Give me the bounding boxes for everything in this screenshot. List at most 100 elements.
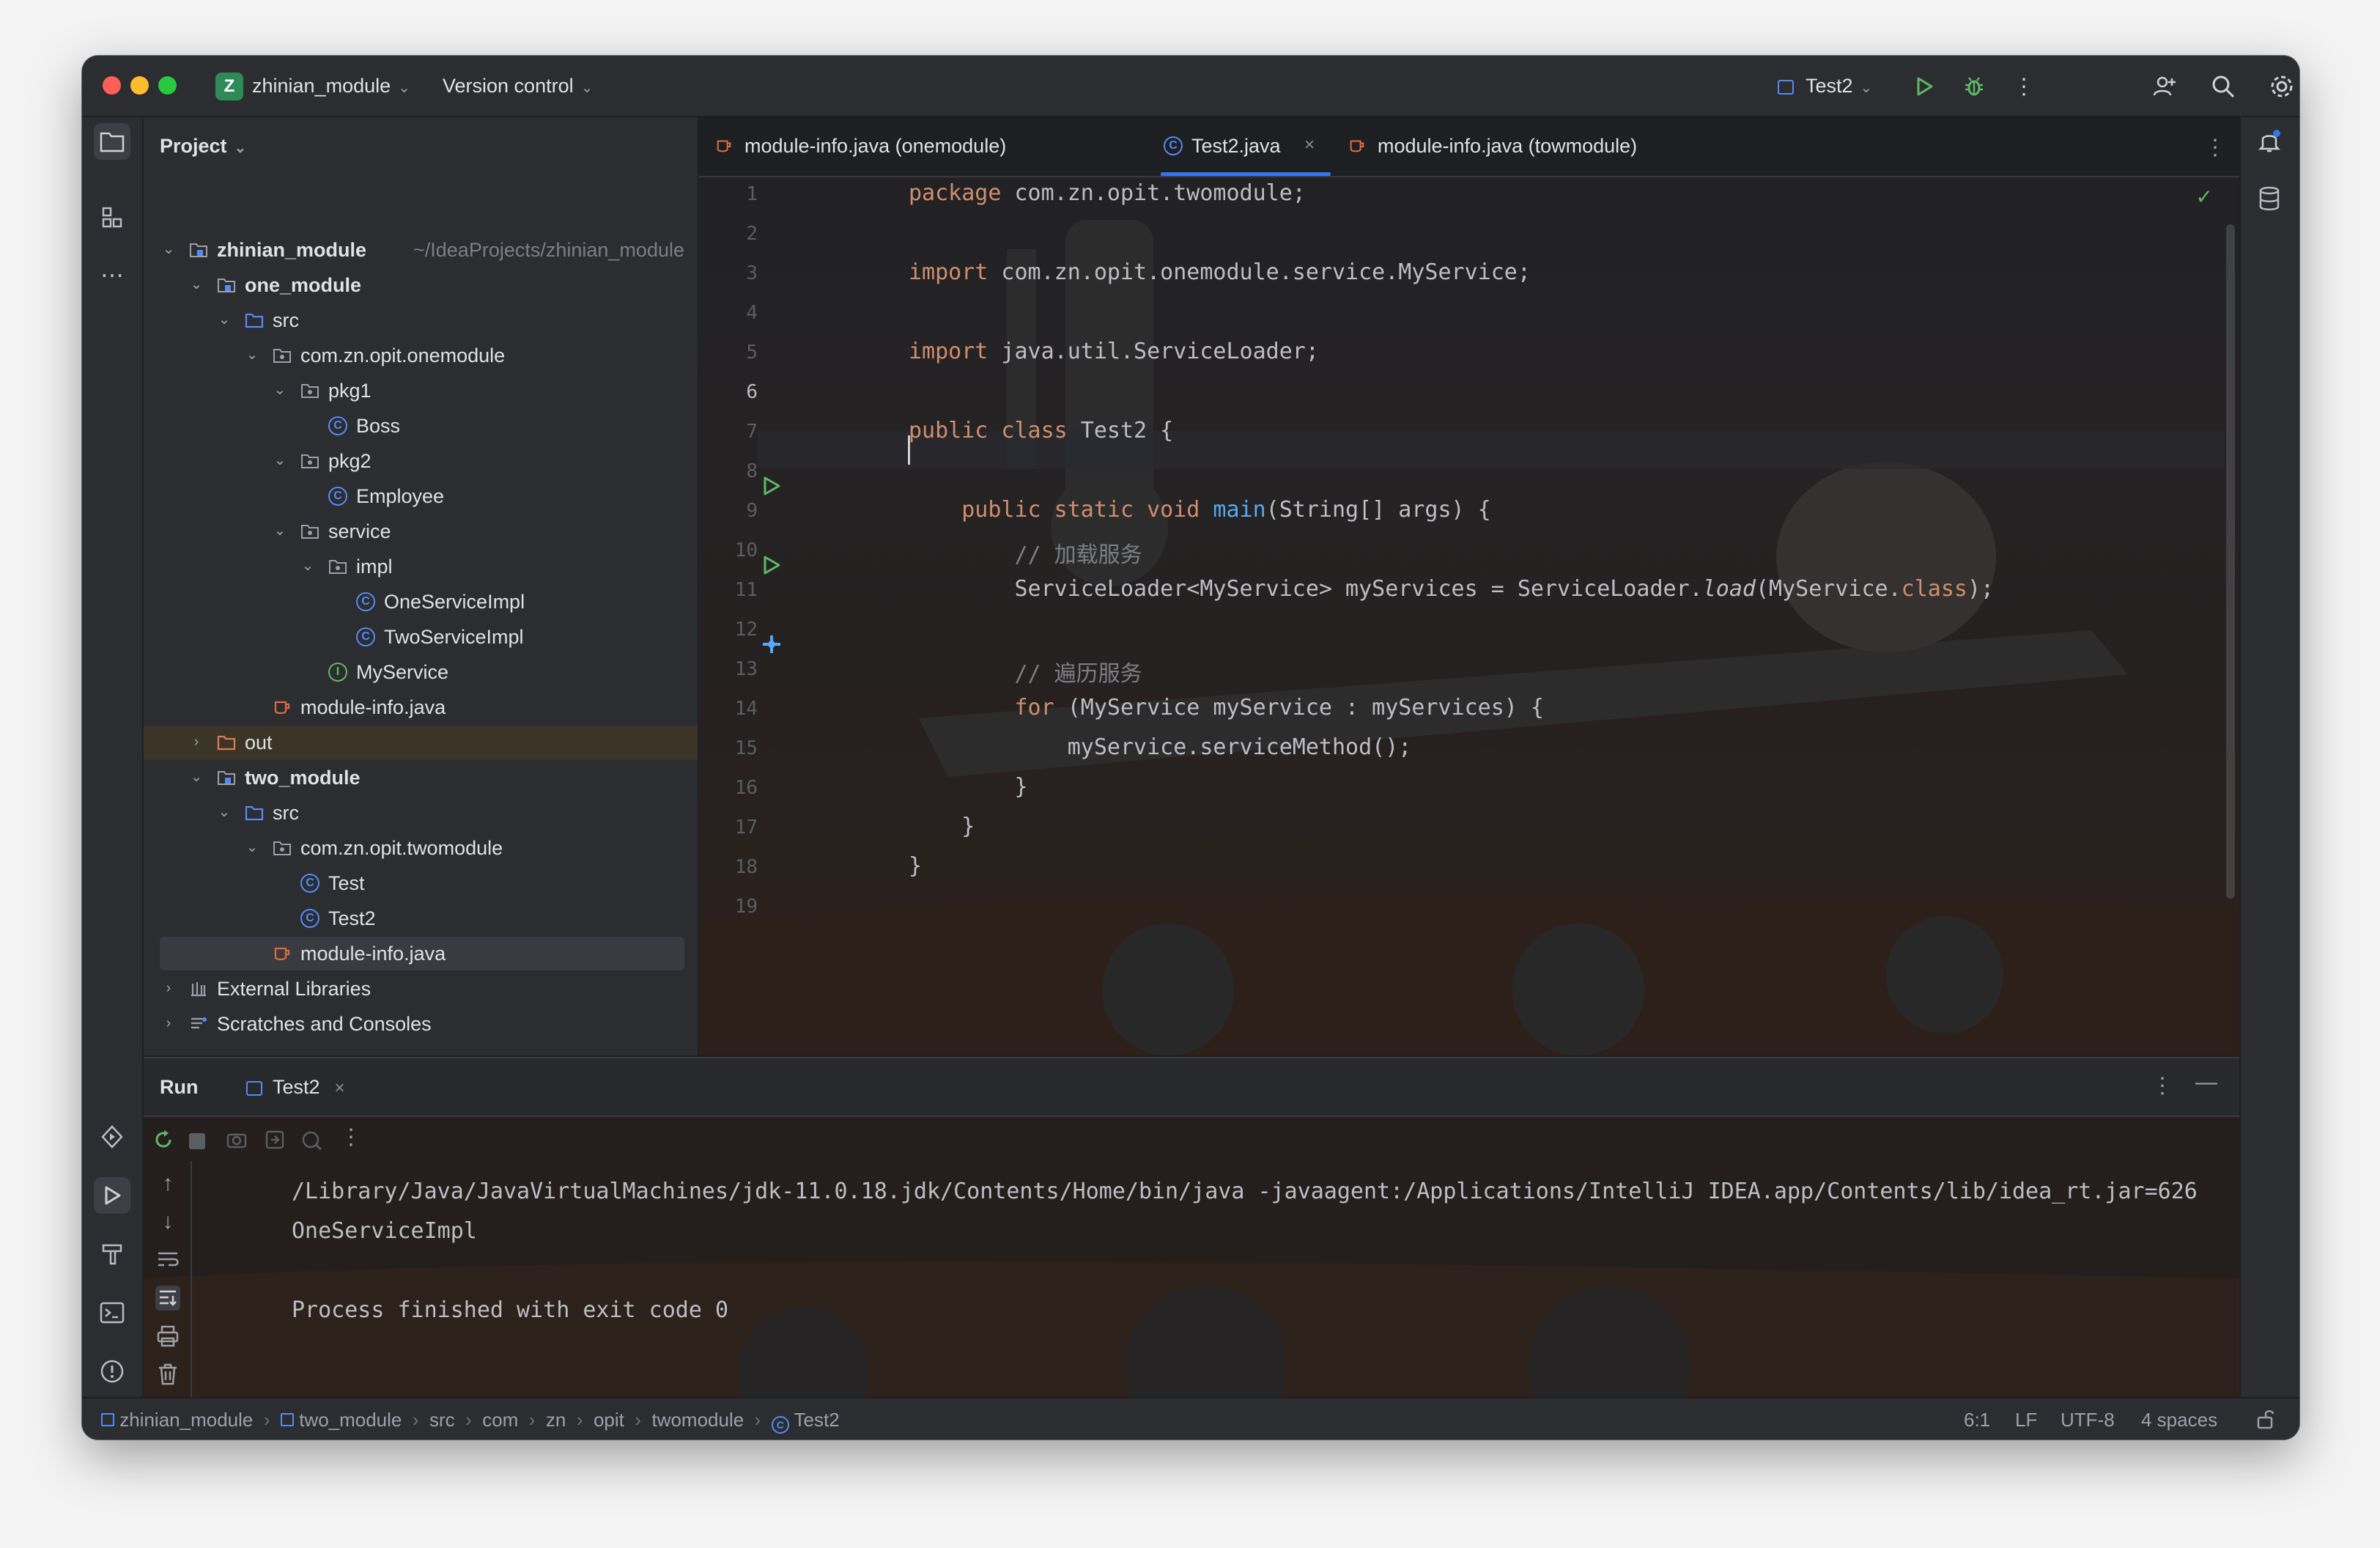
stop-icon[interactable] xyxy=(189,1133,205,1149)
more-actions-icon[interactable]: ⋮ xyxy=(2009,72,2039,101)
tree-item-twoserviceimpl[interactable]: C TwoServiceImpl xyxy=(144,620,698,654)
tree-item-out[interactable]: › out xyxy=(144,726,698,759)
run-button[interactable] xyxy=(1910,72,1939,101)
tree-item-one-module[interactable]: ⌄ one_module xyxy=(144,268,698,302)
chevron-down-icon[interactable]: ⌄ xyxy=(188,276,205,293)
chevron-down-icon[interactable]: ⌄ xyxy=(271,522,289,539)
tree-item-boss[interactable]: C Boss xyxy=(144,409,698,443)
tree-item-pkg1[interactable]: ⌄ pkg1 xyxy=(144,374,698,408)
rerun-icon[interactable] xyxy=(152,1129,174,1151)
tree-item-package-two[interactable]: ⌄ com.zn.opit.twomodule xyxy=(144,831,698,865)
run-tool-icon[interactable] xyxy=(94,1177,130,1214)
close-window-button[interactable] xyxy=(103,76,121,95)
no-problems-check-icon[interactable]: ✓ xyxy=(2196,185,2213,209)
chevron-down-icon[interactable]: ⌄ xyxy=(215,311,233,328)
more-run-actions-icon[interactable]: ⋮ xyxy=(340,1124,362,1150)
tree-item-service[interactable]: ⌄ service xyxy=(144,515,698,548)
indent-setting[interactable]: 4 spaces xyxy=(2141,1409,2217,1431)
tree-item-pkg2[interactable]: ⌄ pkg2 xyxy=(144,444,698,478)
breadcrumb-item[interactable]: com xyxy=(482,1409,518,1431)
chevron-down-icon[interactable]: ⌄ xyxy=(215,803,233,821)
minimize-window-button[interactable] xyxy=(130,76,149,95)
tree-item-myservice[interactable]: I MyService xyxy=(144,655,698,689)
chevron-down-icon[interactable]: ⌄ xyxy=(271,381,289,399)
chevron-right-icon[interactable]: › xyxy=(188,733,205,751)
chevron-right-icon[interactable]: › xyxy=(160,979,177,997)
editor-scrollbar[interactable] xyxy=(2226,224,2235,899)
services-tool-icon[interactable] xyxy=(94,1118,130,1155)
breadcrumb-item[interactable]: zn xyxy=(546,1409,566,1431)
project-tool-icon[interactable] xyxy=(94,123,130,160)
run-tab-test2[interactable]: Test2 × xyxy=(246,1076,345,1099)
breadcrumb-item[interactable]: two_module xyxy=(299,1409,402,1431)
run-options-icon[interactable]: ⋮ xyxy=(2151,1073,2173,1099)
tab-module-info-towmodule[interactable]: module-info.java (towmodule) xyxy=(1348,117,1671,176)
build-tool-icon[interactable] xyxy=(94,1236,130,1272)
hide-panel-icon[interactable]: — xyxy=(2195,1070,2217,1095)
soft-wrap-icon[interactable] xyxy=(155,1247,180,1272)
tree-item-oneserviceimpl[interactable]: C OneServiceImpl xyxy=(144,585,698,619)
breadcrumb-item[interactable]: src xyxy=(429,1409,455,1431)
breadcrumb-item[interactable]: zhinian_module xyxy=(119,1409,253,1431)
tree-item-module-info-two[interactable]: module-info.java xyxy=(160,937,684,970)
more-tools-icon[interactable]: ⋯ xyxy=(94,257,130,293)
tree-item-impl[interactable]: ⌄ impl xyxy=(144,550,698,583)
breadcrumb-item[interactable]: Test2 xyxy=(794,1409,840,1431)
arrow-down-icon[interactable]: ↓ xyxy=(155,1209,180,1234)
run-config-selector[interactable]: Test2 ⌄ xyxy=(1778,75,1872,97)
add-user-icon[interactable] xyxy=(2150,72,2179,101)
lock-icon[interactable] xyxy=(2255,1409,2276,1429)
trash-icon[interactable] xyxy=(155,1362,180,1387)
debug-button[interactable] xyxy=(1959,72,1989,101)
chevron-down-icon[interactable]: ⌄ xyxy=(243,838,261,856)
run-class-gutter-icon[interactable] xyxy=(761,475,783,497)
project-selector[interactable]: zhinian_module ⌄ xyxy=(252,75,410,97)
tree-item-package[interactable]: ⌄ com.zn.opit.onemodule xyxy=(144,339,698,372)
tree-item-external-libraries[interactable]: › External Libraries xyxy=(144,972,698,1006)
arrow-up-icon[interactable]: ↑ xyxy=(155,1171,180,1196)
tree-item-scratches[interactable]: › Scratches and Consoles xyxy=(144,1007,698,1041)
chevron-down-icon[interactable]: ⌄ xyxy=(271,452,289,469)
gear-icon[interactable] xyxy=(2267,72,2296,101)
close-icon[interactable]: × xyxy=(335,1078,345,1098)
attach-profiler-icon[interactable] xyxy=(300,1129,324,1151)
search-icon[interactable] xyxy=(2209,72,2238,101)
chevron-right-icon[interactable]: › xyxy=(160,1014,177,1032)
chevron-down-icon[interactable]: ⌄ xyxy=(243,346,261,364)
camera-icon[interactable] xyxy=(226,1129,248,1151)
structure-tool-icon[interactable] xyxy=(94,199,130,236)
notifications-bell-icon[interactable] xyxy=(2251,123,2288,160)
project-panel-title[interactable]: Project ⌄ xyxy=(160,135,246,158)
run-main-gutter-icon[interactable] xyxy=(761,554,783,576)
problems-tool-icon[interactable] xyxy=(94,1353,130,1390)
tree-item-two-module[interactable]: ⌄ two_module xyxy=(144,761,698,795)
tab-test2-java[interactable]: C Test2.java × xyxy=(1161,117,1331,176)
terminal-tool-icon[interactable] xyxy=(94,1294,130,1331)
version-control-menu[interactable]: Version control ⌄ xyxy=(443,75,593,97)
chevron-down-icon[interactable]: ⌄ xyxy=(299,557,317,575)
database-icon[interactable] xyxy=(2251,180,2288,217)
tree-item-src[interactable]: ⌄ src xyxy=(144,303,698,337)
chevron-down-icon[interactable]: ⌄ xyxy=(188,768,205,786)
inlay-hint-gutter-icon[interactable] xyxy=(761,633,783,655)
zoom-window-button[interactable] xyxy=(158,76,177,95)
breadcrumb-item[interactable]: twomodule xyxy=(651,1409,744,1431)
print-icon[interactable] xyxy=(155,1324,180,1349)
file-encoding[interactable]: UTF-8 xyxy=(2061,1409,2115,1431)
line-ending[interactable]: LF xyxy=(2015,1409,2037,1431)
caret-position[interactable]: 6:1 xyxy=(1964,1409,1990,1431)
tab-module-info-onemodule[interactable]: module-info.java (onemodule) xyxy=(715,117,1038,176)
tab-options-icon[interactable]: ⋮ xyxy=(2204,117,2226,176)
code-editor[interactable]: module-info.java (onemodule) C Test2.jav… xyxy=(699,117,2239,1055)
project-badge[interactable]: Z xyxy=(215,73,243,100)
tree-item-test[interactable]: C Test xyxy=(144,866,698,900)
close-icon[interactable]: × xyxy=(1304,135,1315,155)
tree-item-module-info-one[interactable]: module-info.java xyxy=(144,690,698,724)
chevron-down-icon[interactable]: ⌄ xyxy=(160,240,177,258)
tree-item-employee[interactable]: C Employee xyxy=(144,479,698,513)
tree-item-src-two[interactable]: ⌄ src xyxy=(144,796,698,830)
tree-item-test2[interactable]: C Test2 xyxy=(144,902,698,935)
tree-item-root[interactable]: ⌄ zhinian_module ~/IdeaProjects/zhinian_… xyxy=(144,233,698,267)
breadcrumb-item[interactable]: opit xyxy=(594,1409,624,1431)
export-icon[interactable] xyxy=(264,1129,286,1151)
